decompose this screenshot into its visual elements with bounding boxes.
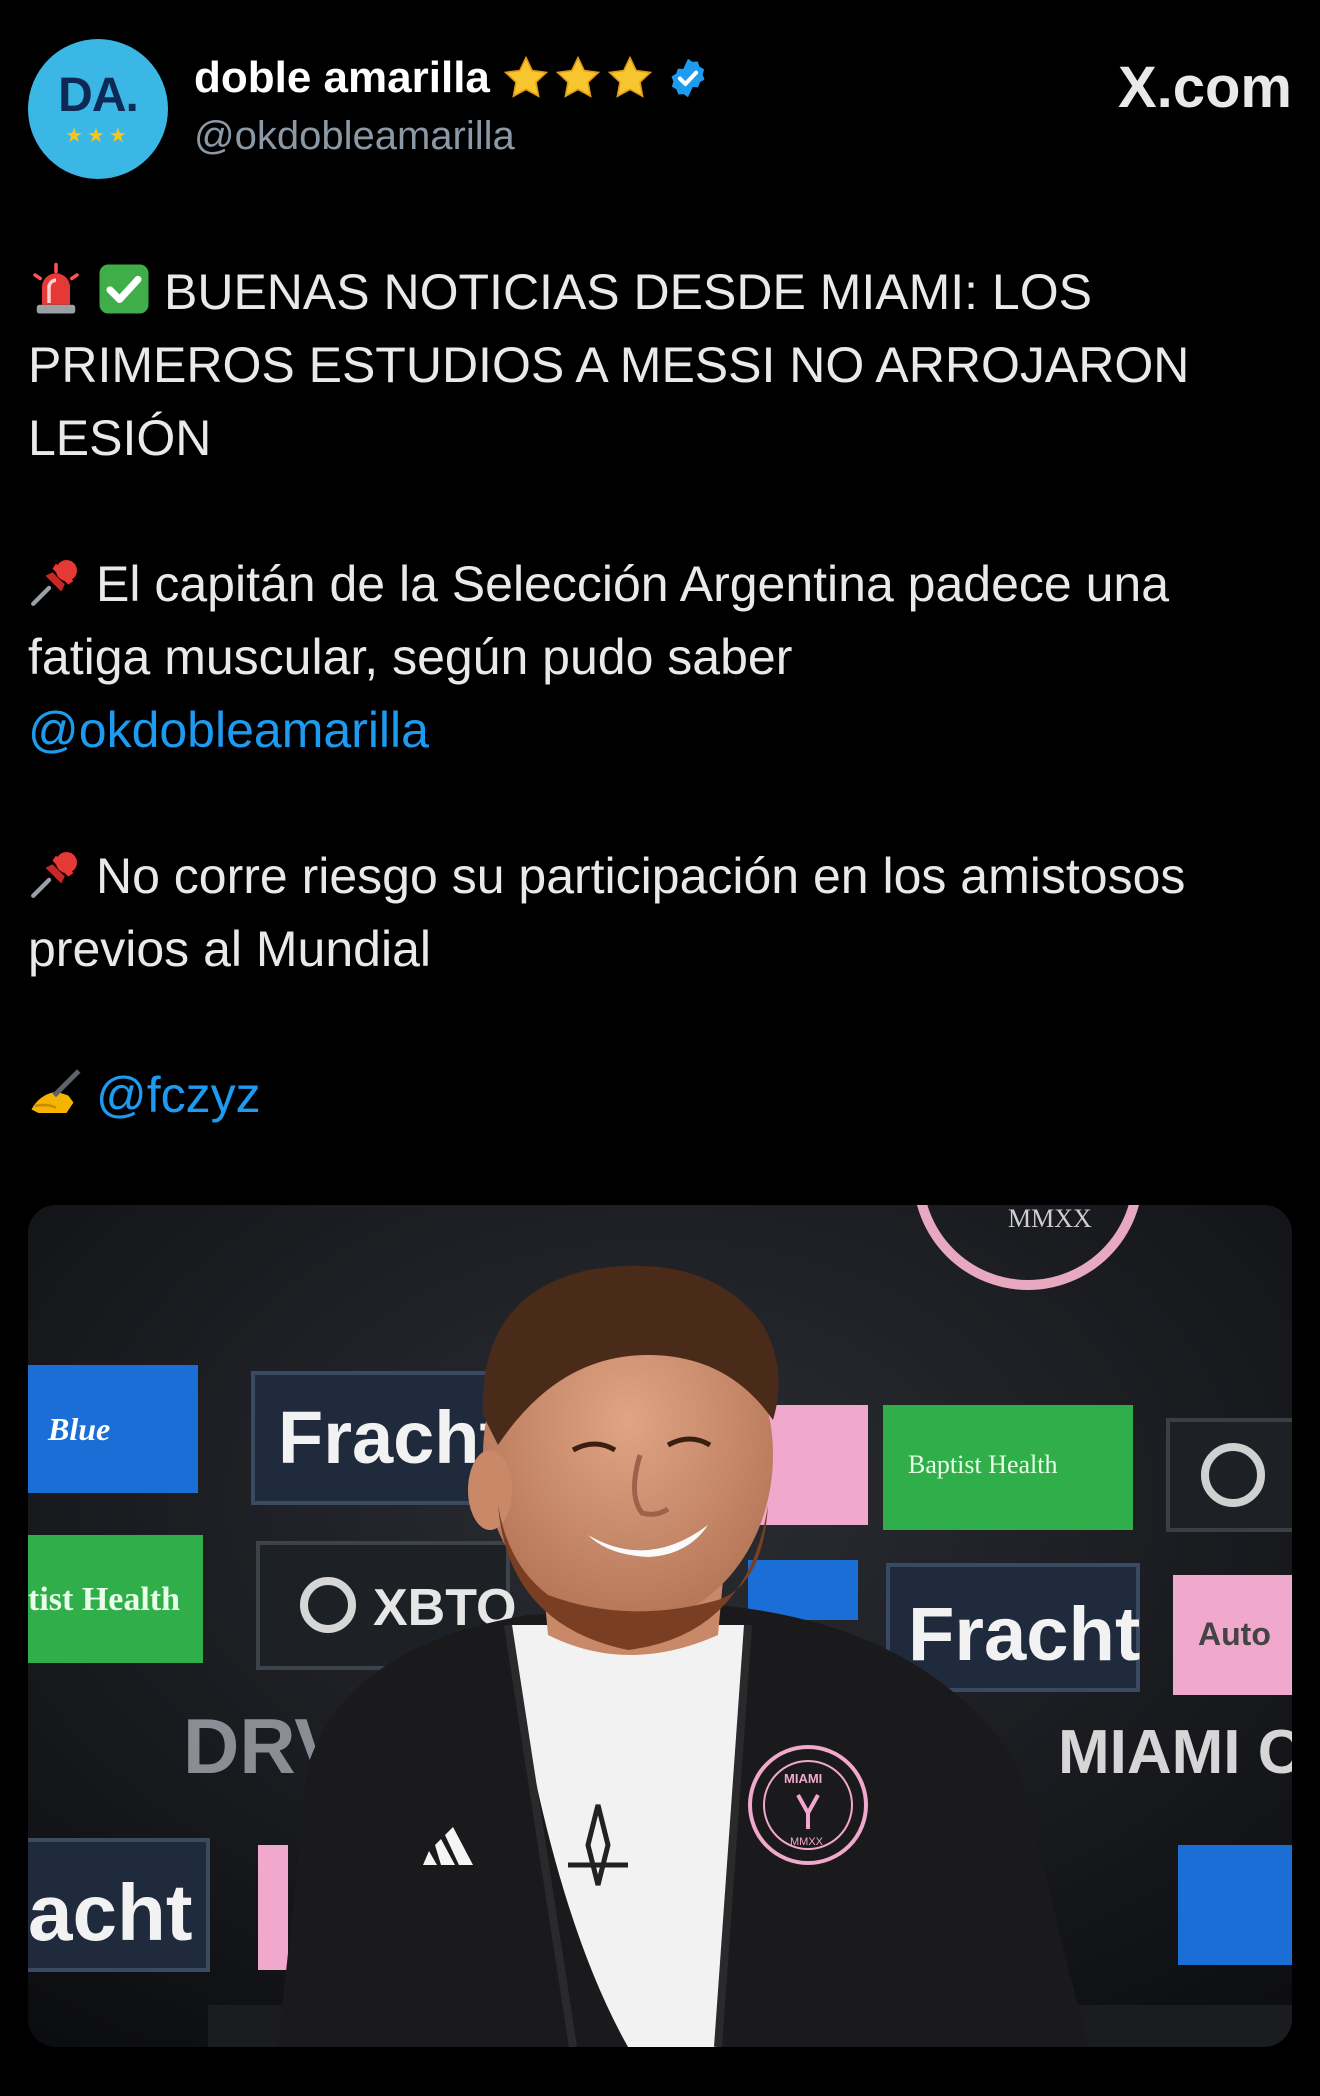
star-icon (503, 55, 549, 98)
verified-badge-icon (671, 58, 705, 98)
tweet-headline: BUENAS NOTICIAS DESDE MIAMI: LOS PRIMERO… (28, 264, 1190, 466)
sponsor-board: acht (28, 1838, 210, 1972)
crest-year: MMXX (790, 1836, 824, 1848)
writing-hand-icon (31, 1069, 81, 1113)
tweet-header: DA. ★★★ doble amarilla @okdobleamarilla … (28, 36, 1292, 186)
tweet-body: BUENAS NOTICIAS DESDE MIAMI: LOS PRIMERO… (28, 256, 1298, 1132)
svg-text:Fracht: Fracht (908, 1592, 1140, 1677)
sponsor-board: MIAMI CF (1058, 1718, 1292, 1787)
pushpin-icon (31, 560, 77, 606)
tweet-text-3: No corre riesgo su participación en los … (28, 848, 1186, 977)
mention-link[interactable]: @fczyz (96, 1067, 261, 1123)
sponsor-board: Baptist Health (883, 1405, 1133, 1530)
author-name-row[interactable]: doble amarilla (194, 50, 710, 106)
svg-text:Blue: Blue (47, 1411, 110, 1447)
pushpin-icon (31, 852, 77, 898)
author-handle[interactable]: @okdobleamarilla (194, 114, 515, 159)
avatar-stars: ★★★ (65, 125, 131, 147)
tweet-photo[interactable]: MMXX Blue Fracht Baptist Health tist Hea… (28, 1205, 1292, 2047)
tweet-paragraph-3: No corre riesgo su participación en los … (28, 840, 1298, 986)
sponsor-board: Fracht (886, 1563, 1140, 1692)
check-mark-icon (99, 264, 149, 314)
sponsor-board: tist Health (28, 1535, 203, 1663)
tweet-paragraph-1: BUENAS NOTICIAS DESDE MIAMI: LOS PRIMERO… (28, 256, 1298, 475)
top-crest-text: MMXX (1008, 1205, 1092, 1233)
svg-text:Fracht: Fracht (278, 1396, 504, 1479)
star-icon (607, 55, 653, 98)
svg-text:Auto: Auto (1198, 1616, 1271, 1652)
svg-text:MIAMI CF: MIAMI CF (1058, 1718, 1292, 1787)
tweet-paragraph-2: El capitán de la Selección Argentina pad… (28, 548, 1298, 767)
mention-link[interactable]: @okdobleamarilla (28, 702, 429, 758)
tweet-paragraph-4: @fczyz (28, 1059, 1298, 1132)
svg-text:tist Health: tist Health (28, 1581, 180, 1618)
tweet-text-2: El capitán de la Selección Argentina pad… (28, 556, 1169, 685)
name-stars (502, 54, 654, 102)
star-icon (555, 55, 601, 98)
crest-text: MIAMI (784, 1771, 822, 1786)
photo-scene: MMXX Blue Fracht Baptist Health tist Hea… (28, 1205, 1292, 2047)
avatar[interactable]: DA. ★★★ (28, 39, 168, 179)
avatar-initials: DA. (58, 69, 139, 122)
display-name[interactable]: doble amarilla (194, 53, 490, 103)
svg-text:Baptist Health: Baptist Health (908, 1450, 1057, 1479)
police-light-icon (33, 262, 79, 314)
source-badge: X.com (1118, 54, 1292, 121)
source-badge-label: X.com (1117, 55, 1292, 120)
sponsor-board: Auto (1173, 1575, 1292, 1695)
svg-text:acht: acht (28, 1868, 193, 1957)
sponsor-board: Fracht (251, 1371, 505, 1505)
sponsor-board: Blue (28, 1365, 198, 1493)
